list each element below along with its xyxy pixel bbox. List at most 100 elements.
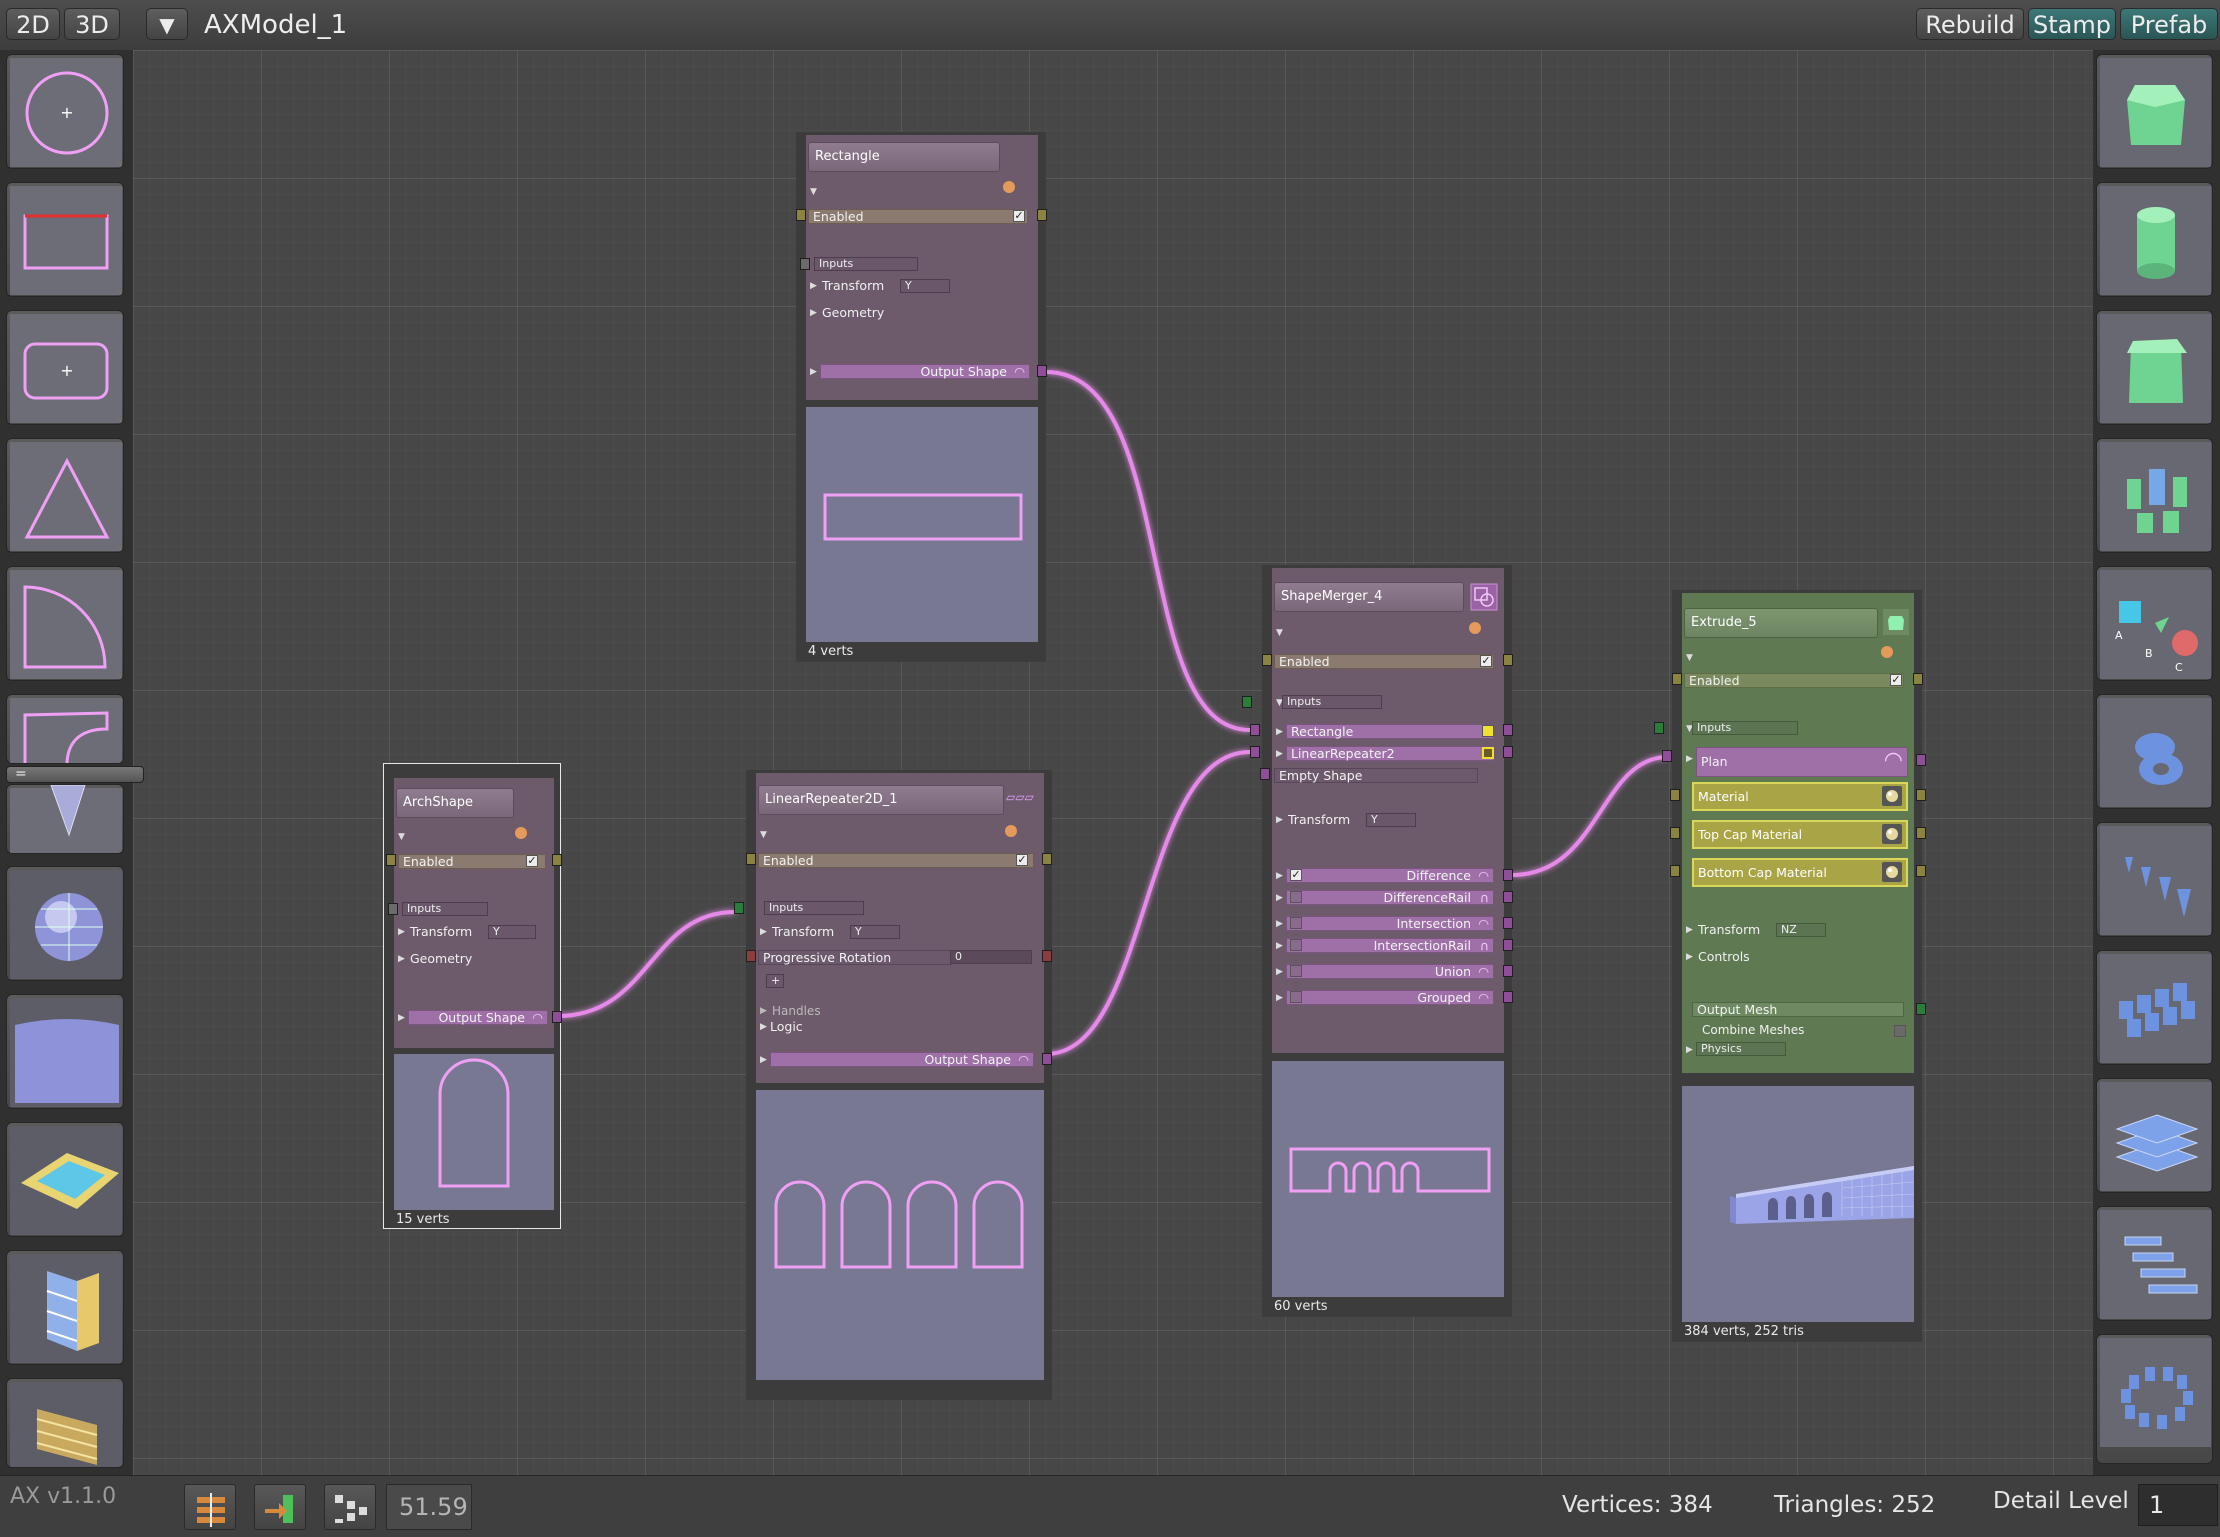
handles-label[interactable]: Handles xyxy=(772,1003,821,1019)
enabled-checkbox[interactable]: ✓ xyxy=(1890,674,1902,686)
export-button[interactable] xyxy=(254,1484,306,1530)
enabled-input-port[interactable] xyxy=(386,854,396,866)
shape-merger-node[interactable]: ShapeMerger_4 ▼ ▾≡ Enabled ✓ ▼ Inputs ▶ … xyxy=(1242,565,1513,1317)
stacked-plates-tool[interactable] xyxy=(2096,1078,2213,1193)
inputs-port[interactable] xyxy=(1654,722,1664,734)
curved-plane-tool[interactable] xyxy=(6,994,124,1109)
arch-shape-node[interactable]: ArchShape ▼ ▾≡ Enabled ✓ Inputs ▶ Transf… xyxy=(383,763,562,1229)
material-input-port[interactable] xyxy=(1670,789,1680,801)
rectangle-node[interactable]: Rectangle ▼ ▾≡ Enabled ✓ Inputs ▶ Transf… xyxy=(796,132,1047,662)
progressive-rotation-input[interactable]: 0 xyxy=(950,950,1032,964)
enabled-output-port[interactable] xyxy=(1042,853,1052,865)
transform-axis-select[interactable]: Y xyxy=(900,279,950,293)
op-output-port[interactable] xyxy=(1503,891,1513,903)
scatter-cylinders-tool[interactable] xyxy=(2096,438,2213,553)
expand-triangle-icon[interactable]: ▶ xyxy=(760,1022,767,1032)
plan-input-port[interactable] xyxy=(1662,750,1672,762)
stair-grid-tool[interactable] xyxy=(6,1378,124,1468)
enabled-input-port[interactable] xyxy=(796,209,806,221)
bottom-cap-input-port[interactable] xyxy=(1670,865,1680,877)
node-name-field[interactable]: Rectangle xyxy=(808,142,1000,172)
info-menu-icon[interactable]: ▾≡ xyxy=(1002,180,1016,194)
op-output-port[interactable] xyxy=(1503,917,1513,929)
progressive-rotation-input-port[interactable] xyxy=(746,950,756,962)
rounded-rect-shape-tool[interactable]: + xyxy=(6,310,124,425)
transform-axis-select[interactable]: Y xyxy=(850,925,900,939)
expand-triangle-icon[interactable]: ▶ xyxy=(1686,1045,1693,1055)
collapse-triangle-icon[interactable]: ▼ xyxy=(1686,653,1693,663)
inputs-port[interactable] xyxy=(1242,696,1252,708)
enabled-checkbox[interactable]: ✓ xyxy=(526,855,538,867)
expand-triangle-icon[interactable]: ▶ xyxy=(1276,893,1283,903)
op-checkbox[interactable] xyxy=(1290,965,1302,977)
palette-collapse-handle[interactable]: = xyxy=(6,766,144,783)
enabled-checkbox[interactable]: ✓ xyxy=(1480,655,1492,667)
enabled-checkbox[interactable]: ✓ xyxy=(1016,854,1028,866)
material-row[interactable]: Material xyxy=(1692,782,1908,811)
pool-tool[interactable] xyxy=(6,1122,124,1237)
expand-triangle-icon[interactable]: ▶ xyxy=(760,1055,767,1065)
empty-shape-port[interactable] xyxy=(1260,768,1270,780)
enabled-checkbox[interactable]: ✓ xyxy=(1013,210,1025,222)
output-shape-port[interactable] xyxy=(1042,1053,1052,1065)
triangle-shape-tool[interactable] xyxy=(6,438,124,553)
plan-input-row[interactable]: Plan ◠ xyxy=(1696,747,1908,777)
info-menu-icon[interactable]: ▾≡ xyxy=(1880,645,1894,659)
torus-tool[interactable] xyxy=(2096,694,2213,809)
expand-triangle-icon[interactable]: ▶ xyxy=(810,367,817,377)
expand-triangle-icon[interactable]: ▶ xyxy=(1686,925,1693,935)
inputs-group[interactable]: Inputs xyxy=(402,902,488,916)
inputs-port[interactable] xyxy=(800,258,810,270)
info-menu-icon[interactable]: ▾≡ xyxy=(1468,621,1482,635)
op-checkbox[interactable] xyxy=(1290,939,1302,951)
collapse-triangle-icon[interactable]: ▼ xyxy=(398,832,405,842)
geometry-label[interactable]: Geometry xyxy=(410,951,472,967)
expand-triangle-icon[interactable]: ▶ xyxy=(810,308,817,318)
quarter-arc-shape-tool[interactable] xyxy=(6,566,124,681)
op-checkbox[interactable]: ✓ xyxy=(1290,869,1302,881)
expand-triangle-icon[interactable]: ▶ xyxy=(1276,919,1283,929)
collapse-triangle-icon[interactable]: ▼ xyxy=(760,830,767,840)
enabled-output-port[interactable] xyxy=(1503,654,1513,666)
material-picker-icon[interactable] xyxy=(1882,862,1902,882)
add-parameter-button[interactable]: + xyxy=(766,974,784,988)
transform-axis-select[interactable]: NZ xyxy=(1776,923,1826,937)
output-shape-port[interactable] xyxy=(552,1011,562,1023)
transform-label[interactable]: Transform xyxy=(1698,922,1760,938)
rectangle-output-port[interactable] xyxy=(1503,724,1513,736)
abc-repeater-tool[interactable]: A B C xyxy=(2096,566,2213,681)
expand-triangle-icon[interactable]: ▶ xyxy=(1686,754,1693,764)
inputs-group[interactable]: Inputs xyxy=(814,257,918,271)
repeater-input-port[interactable] xyxy=(1250,746,1260,758)
transform-label[interactable]: Transform xyxy=(410,924,472,940)
node-name-field[interactable]: LinearRepeater2D_1 xyxy=(758,785,1004,815)
op-checkbox[interactable] xyxy=(1290,891,1302,903)
input-void-toggle[interactable] xyxy=(1482,747,1494,759)
expand-triangle-icon[interactable]: ▶ xyxy=(1276,993,1283,1003)
input-solid-toggle[interactable] xyxy=(1482,725,1494,737)
info-menu-icon[interactable]: ▾≡ xyxy=(514,826,528,840)
transform-axis-select[interactable]: Y xyxy=(488,925,536,939)
geometry-label[interactable]: Geometry xyxy=(822,305,884,321)
enabled-input-port[interactable] xyxy=(746,853,756,865)
node-name-field[interactable]: ShapeMerger_4 xyxy=(1274,582,1464,612)
expand-triangle-icon[interactable]: ▶ xyxy=(760,1006,767,1016)
plan-output-port[interactable] xyxy=(1916,754,1926,766)
detail-level-input[interactable]: 1 xyxy=(2138,1484,2218,1526)
enabled-output-port[interactable] xyxy=(1913,673,1923,685)
controls-label[interactable]: Controls xyxy=(1698,949,1750,965)
expand-triangle-icon[interactable]: ▶ xyxy=(398,1013,405,1023)
cone-mesh-tool[interactable] xyxy=(6,784,124,854)
rectangle-shape-tool[interactable] xyxy=(6,182,124,297)
collapse-triangle-icon[interactable]: ▼ xyxy=(810,187,817,197)
expand-triangle-icon[interactable]: ▶ xyxy=(1276,967,1283,977)
expand-triangle-icon[interactable]: ▶ xyxy=(1276,749,1283,759)
expand-triangle-icon[interactable]: ▶ xyxy=(398,927,405,937)
logic-label[interactable]: Logic xyxy=(770,1019,803,1035)
curve-shape-tool[interactable] xyxy=(6,694,124,764)
enabled-input-port[interactable] xyxy=(1672,673,1682,685)
node-name-field[interactable]: Extrude_5 xyxy=(1684,608,1878,638)
extrude-octagon-tool[interactable] xyxy=(2096,54,2213,169)
circle-shape-tool[interactable]: + xyxy=(6,54,124,169)
expand-triangle-icon[interactable]: ▶ xyxy=(1686,952,1693,962)
